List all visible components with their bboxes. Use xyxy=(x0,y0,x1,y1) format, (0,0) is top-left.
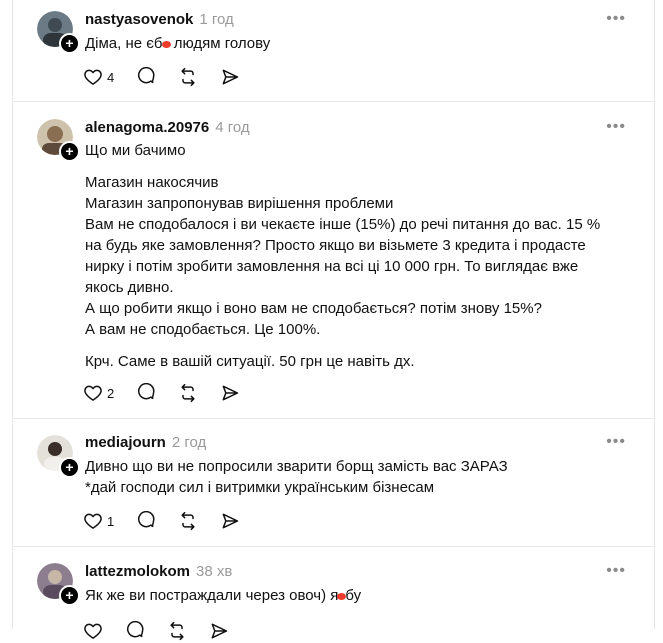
username[interactable]: nastyasovenok xyxy=(85,11,193,28)
post-time: 38 хв xyxy=(196,563,233,580)
post-actions: 2 xyxy=(83,381,262,405)
post-text: Що ми бачимо Магазин накосячив Магазин з… xyxy=(85,140,625,372)
post-line: Вам не сподобалося і ви чекаєте інше (15… xyxy=(85,216,601,233)
more-options-icon[interactable]: ••• xyxy=(606,10,626,28)
post-line: на будь яке замовлення? Просто якщо ви в… xyxy=(85,237,586,254)
post: + alenagoma.20976 4 год ••• Що ми бачимо … xyxy=(13,102,654,418)
post-line: Дивно що ви не попросили зварити борщ за… xyxy=(85,458,508,475)
follow-plus-icon[interactable]: + xyxy=(59,585,80,606)
post-line: Діма, не єб людям голову xyxy=(85,35,271,52)
share-icon xyxy=(222,385,239,401)
share-button[interactable] xyxy=(220,511,240,531)
post-text: Як же ви постраждали через овоч) я бу xyxy=(85,585,625,606)
like-button[interactable] xyxy=(83,621,103,641)
post-line: А що робити якщо і воно вам не сподобаєт… xyxy=(85,300,542,317)
thread-feed: + nastyasovenok 1 год ••• Діма, не єб люд… xyxy=(12,0,655,641)
username[interactable]: lattezmolokom xyxy=(85,563,190,580)
post-actions xyxy=(83,619,251,643)
post-author[interactable]: alenagoma.20976 4 год xyxy=(85,119,250,136)
post-text: Дивно що ви не попросили зварити борщ за… xyxy=(85,456,625,498)
more-options-icon[interactable]: ••• xyxy=(606,118,626,136)
repost-button[interactable] xyxy=(178,511,198,531)
like-button[interactable]: 2 xyxy=(83,383,114,403)
repost-button[interactable] xyxy=(178,383,198,403)
post-line: нирку і потім зробити замовлення на всі … xyxy=(85,258,579,275)
post-time: 1 год xyxy=(199,11,234,28)
share-button[interactable] xyxy=(220,67,240,87)
post-line: А вам не сподобається. Це 100%. xyxy=(85,321,321,338)
comment-button[interactable] xyxy=(125,621,145,641)
post-line: Як же ви постраждали через овоч) я бу xyxy=(85,587,362,604)
follow-plus-icon[interactable]: + xyxy=(59,457,80,478)
share-icon xyxy=(222,69,239,85)
username[interactable]: alenagoma.20976 xyxy=(85,119,209,136)
emoji-overlay xyxy=(337,592,347,600)
avatar[interactable]: + xyxy=(37,563,80,606)
post-line: Що ми бачимо xyxy=(85,142,186,159)
username[interactable]: mediajourn xyxy=(85,434,166,451)
post-line: *дай господи сил і витримки українським … xyxy=(85,479,435,496)
post: + nastyasovenok 1 год ••• Діма, не єб люд… xyxy=(13,0,654,101)
emoji-overlay xyxy=(161,40,171,48)
repost-icon xyxy=(181,511,195,531)
post-author[interactable]: mediajourn 2 год xyxy=(85,434,206,451)
share-button[interactable] xyxy=(209,621,229,641)
like-count: 2 xyxy=(107,385,115,401)
like-count: 4 xyxy=(107,69,115,85)
more-options-icon[interactable]: ••• xyxy=(606,433,626,451)
follow-plus-icon[interactable]: + xyxy=(59,141,80,162)
repost-icon xyxy=(181,67,195,87)
post-line: Магазин запропонував вирішення проблеми xyxy=(85,195,394,212)
comment-button[interactable] xyxy=(136,67,156,87)
avatar[interactable]: + xyxy=(37,119,80,162)
avatar[interactable]: + xyxy=(37,435,80,478)
comment-button[interactable] xyxy=(136,511,156,531)
comment-icon xyxy=(127,621,144,638)
heart-icon xyxy=(84,69,102,85)
share-button[interactable] xyxy=(220,383,240,403)
repost-button[interactable] xyxy=(178,67,198,87)
avatar[interactable]: + xyxy=(37,11,80,54)
post-line: якось дивно. xyxy=(85,279,174,296)
post-actions: 4 xyxy=(83,65,262,89)
repost-button[interactable] xyxy=(167,621,187,641)
heart-icon xyxy=(84,623,102,639)
post-author[interactable]: nastyasovenok 1 год xyxy=(85,11,234,28)
post-actions: 1 xyxy=(83,509,262,533)
post-line: Крч. Саме в вашій ситуації. 50 грн це на… xyxy=(85,353,415,370)
like-button[interactable]: 1 xyxy=(83,511,114,531)
follow-plus-icon[interactable]: + xyxy=(59,33,80,54)
like-count: 1 xyxy=(107,513,115,529)
comment-icon xyxy=(138,383,155,400)
share-icon xyxy=(211,623,228,639)
repost-icon xyxy=(181,383,195,403)
comment-icon xyxy=(138,511,155,528)
post-line: Магазин накосячив xyxy=(85,174,219,191)
comment-icon xyxy=(138,67,155,84)
more-options-icon[interactable]: ••• xyxy=(606,562,626,580)
repost-icon xyxy=(170,621,184,641)
like-button[interactable]: 4 xyxy=(83,67,114,87)
comment-button[interactable] xyxy=(136,383,156,403)
post-time: 4 год xyxy=(215,119,250,136)
post: + lattezmolokom 38 хв ••• Як же ви постра… xyxy=(13,547,654,641)
post-author[interactable]: lattezmolokom 38 хв xyxy=(85,563,232,580)
post: + mediajourn 2 год ••• Дивно що ви не поп… xyxy=(13,419,654,546)
heart-icon xyxy=(84,513,102,529)
heart-icon xyxy=(84,385,102,401)
post-time: 2 год xyxy=(171,434,207,451)
post-text: Діма, не єб людям голову xyxy=(85,33,625,54)
share-icon xyxy=(222,513,239,529)
